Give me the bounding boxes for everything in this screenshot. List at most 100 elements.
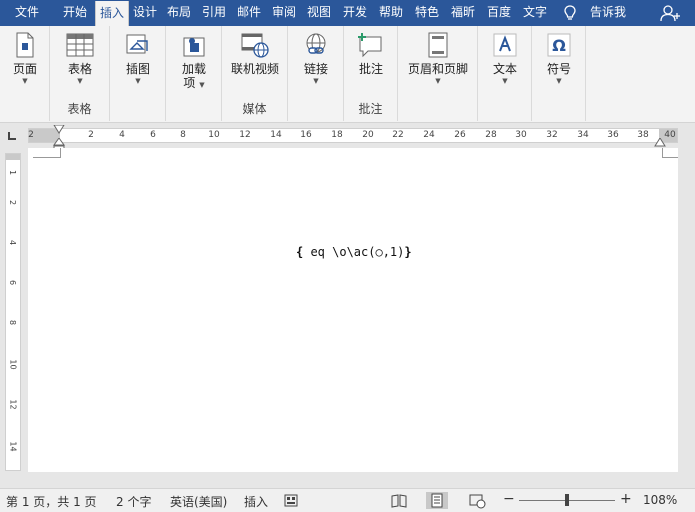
symbols-button[interactable]: Ω 符号 ▼ xyxy=(539,30,579,86)
group-media: 联机视频 媒体 xyxy=(222,26,288,121)
tab-references[interactable]: 引用 xyxy=(198,0,230,26)
ribbon-insert: 页面 ▼ 表格 ▼ 表格 插图 ▼ 加载 项 ▼ 联机视频 媒体 链接 ▼ 批注… xyxy=(0,26,695,123)
text-box-icon xyxy=(493,33,517,57)
table-button[interactable]: 表格 ▼ xyxy=(60,30,100,86)
ruler-tick: 26 xyxy=(454,130,466,140)
chevron-down-icon: ▼ xyxy=(502,77,508,85)
zoom-in-button[interactable]: + xyxy=(620,491,632,507)
group-header-footer: 页眉和页脚 ▼ xyxy=(398,26,478,121)
comment-button[interactable]: 批注 xyxy=(351,30,391,76)
tab-review[interactable]: 审阅 xyxy=(268,0,300,26)
ruler-tick: 4 xyxy=(8,239,18,246)
symbols-label: 符号 xyxy=(546,62,571,76)
field-code[interactable]: { eq \o\ac(○,1)} xyxy=(296,245,412,259)
left-tab-icon xyxy=(8,132,16,140)
tab-text[interactable]: 文字 xyxy=(518,0,552,26)
zoom-slider-thumb[interactable] xyxy=(565,494,569,506)
zoom-out-button[interactable]: − xyxy=(503,491,515,507)
illustrations-label: 插图 xyxy=(125,62,150,76)
header-footer-icon xyxy=(428,32,448,58)
illustrations-button[interactable]: 插图 ▼ xyxy=(118,30,158,86)
first-line-indent-marker[interactable] xyxy=(53,125,65,134)
group-addins: 加载 项 ▼ xyxy=(166,26,222,121)
lightbulb-icon[interactable] xyxy=(563,5,577,21)
comment-icon xyxy=(358,33,382,58)
links-label: 链接 xyxy=(303,62,328,76)
group-links: 链接 ▼ xyxy=(288,26,344,121)
insert-mode[interactable]: 插入 xyxy=(244,493,268,510)
status-bar: 第 1 页，共 1 页 2 个字 英语(美国) 插入 − + 108% xyxy=(0,488,695,512)
tab-features[interactable]: 特色 xyxy=(410,0,444,26)
ruler-tick: 10 xyxy=(208,130,220,140)
header-footer-button[interactable]: 页眉和页脚 ▼ xyxy=(404,30,472,86)
header-footer-label: 页眉和页脚 xyxy=(407,62,468,76)
tab-developer[interactable]: 开发 xyxy=(338,0,372,26)
group-tables: 表格 ▼ 表格 xyxy=(50,26,110,121)
crop-mark xyxy=(33,148,61,158)
tab-layout[interactable]: 布局 xyxy=(163,0,195,26)
tell-me-search[interactable]: 告诉我 xyxy=(590,0,626,26)
group-illustrations: 插图 ▼ xyxy=(110,26,166,121)
table-icon xyxy=(66,33,94,57)
text-label: 文本 xyxy=(492,62,517,76)
ruler-tick: 24 xyxy=(423,130,435,140)
tab-foxit[interactable]: 福昕 xyxy=(446,0,480,26)
chevron-down-icon: ▼ xyxy=(22,77,28,85)
share-user-icon[interactable] xyxy=(660,4,682,22)
pages-label: 页面 xyxy=(12,62,37,76)
ruler-tick: 8 xyxy=(180,130,186,140)
ruler-tick: 36 xyxy=(607,130,619,140)
ruler-tick: 2 xyxy=(8,199,18,206)
zoom-level[interactable]: 108% xyxy=(643,493,677,507)
addins-label-2: 项 xyxy=(183,76,196,90)
tab-view[interactable]: 视图 xyxy=(302,0,336,26)
horizontal-ruler[interactable]: 2 2 4 6 8 10 12 14 16 18 20 22 24 26 28 … xyxy=(28,128,678,143)
ruler-tick: 6 xyxy=(8,279,18,286)
print-layout-button[interactable] xyxy=(426,492,448,509)
omega-icon: Ω xyxy=(547,33,571,57)
tab-design[interactable]: 设计 xyxy=(130,0,160,26)
document-page[interactable] xyxy=(28,148,678,472)
tab-mailings[interactable]: 邮件 xyxy=(232,0,266,26)
online-video-button[interactable]: 联机视频 xyxy=(226,30,284,76)
online-video-label: 联机视频 xyxy=(230,62,279,76)
ruler-tick: 22 xyxy=(392,130,404,140)
chevron-down-icon: ▼ xyxy=(313,77,319,85)
addins-button[interactable]: 加载 项 ▼ xyxy=(174,30,214,92)
ruler-tick: 16 xyxy=(300,130,312,140)
web-layout-icon[interactable] xyxy=(466,492,488,509)
group-label-media: 媒体 xyxy=(242,102,267,116)
links-button[interactable]: 链接 ▼ xyxy=(296,30,336,86)
chevron-down-icon: ▼ xyxy=(435,77,441,85)
ruler-tick: 28 xyxy=(485,130,497,140)
ribbon-tab-bar: 文件 开始 插入 设计 布局 引用 邮件 审阅 视图 开发 帮助 特色 福昕 百… xyxy=(0,0,695,26)
pages-button[interactable]: 页面 ▼ xyxy=(4,30,46,86)
tab-file[interactable]: 文件 xyxy=(0,0,54,26)
read-mode-icon[interactable] xyxy=(388,492,410,509)
ruler-tick: 6 xyxy=(150,130,156,140)
comment-label: 批注 xyxy=(358,62,383,76)
tab-home[interactable]: 开始 xyxy=(56,0,94,26)
text-button[interactable]: 文本 ▼ xyxy=(485,30,525,86)
right-indent-marker[interactable] xyxy=(654,138,666,147)
ruler-tick: 10 xyxy=(8,359,18,370)
field-code-text: eq \o\ac(○,1) xyxy=(303,245,405,259)
ruler-tick: 18 xyxy=(331,130,343,140)
tab-selector[interactable] xyxy=(0,124,28,146)
ruler-tick: 2 xyxy=(28,130,34,140)
tab-insert[interactable]: 插入 xyxy=(95,1,129,26)
vertical-ruler[interactable]: 1 2 4 6 8 10 12 14 xyxy=(5,153,21,471)
macro-record-icon[interactable] xyxy=(284,494,298,507)
ruler-tick: 4 xyxy=(119,130,125,140)
word-count[interactable]: 2 个字 xyxy=(116,493,151,510)
group-symbols: Ω 符号 ▼ xyxy=(532,26,586,121)
tab-help[interactable]: 帮助 xyxy=(374,0,408,26)
language-indicator[interactable]: 英语(美国) xyxy=(170,493,227,510)
ruler-tick: 12 xyxy=(8,399,18,410)
page-count[interactable]: 第 1 页，共 1 页 xyxy=(6,493,97,510)
svg-text:Ω: Ω xyxy=(552,36,566,55)
tab-baidu[interactable]: 百度 xyxy=(482,0,516,26)
chevron-down-icon: ▼ xyxy=(556,77,562,85)
field-brace-close: } xyxy=(404,245,412,259)
ruler-tick: 8 xyxy=(8,319,18,326)
